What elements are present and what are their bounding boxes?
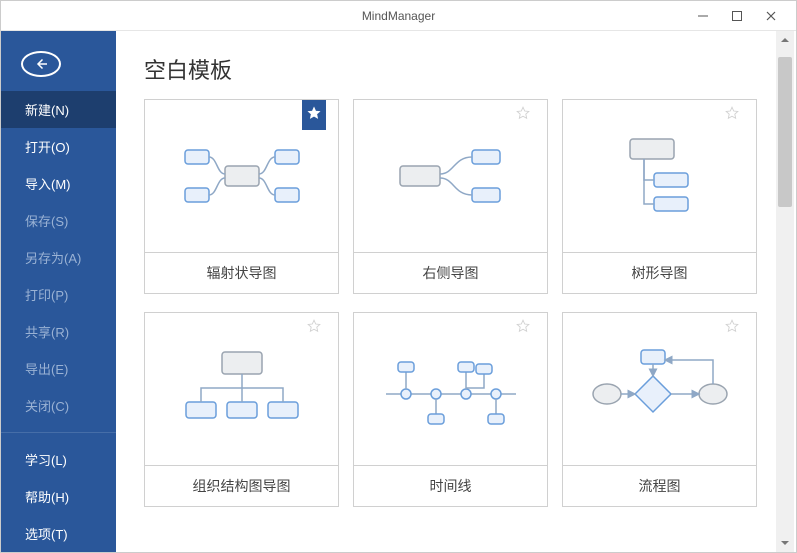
- close-icon: [766, 11, 776, 21]
- minimize-button[interactable]: [686, 2, 720, 30]
- favorite-toggle[interactable]: [720, 100, 744, 130]
- section-title: 空白模板: [144, 53, 778, 85]
- maximize-button[interactable]: [720, 2, 754, 30]
- scroll-thumb[interactable]: [778, 57, 792, 207]
- back-button[interactable]: [21, 51, 61, 77]
- favorite-toggle[interactable]: [511, 313, 535, 343]
- window-controls: [686, 2, 788, 30]
- star-icon: [725, 106, 739, 120]
- template-card-tree[interactable]: 树形导图: [562, 99, 757, 294]
- vertical-scrollbar[interactable]: [776, 31, 794, 552]
- star-icon: [516, 106, 530, 120]
- chevron-down-icon: [781, 539, 789, 547]
- favorite-toggle[interactable]: [720, 313, 744, 343]
- template-caption: 流程图: [563, 466, 756, 506]
- minimize-icon: [698, 11, 708, 21]
- star-icon: [307, 319, 321, 333]
- sidebar-item2-2[interactable]: 选项(T): [1, 515, 116, 552]
- template-caption: 组织结构图导图: [145, 466, 338, 506]
- template-caption: 树形导图: [563, 253, 756, 293]
- template-preview: [354, 313, 547, 466]
- template-caption: 辐射状导图: [145, 253, 338, 293]
- sidebar-item-2[interactable]: 导入(M): [1, 165, 116, 202]
- template-preview: [145, 313, 338, 466]
- sidebar: 新建(N)打开(O)导入(M)保存(S)另存为(A)打印(P)共享(R)导出(E…: [1, 31, 116, 552]
- template-card-timeline[interactable]: 时间线: [353, 312, 548, 507]
- favorite-toggle[interactable]: [511, 100, 535, 130]
- sidebar-item-6[interactable]: 共享(R): [1, 313, 116, 350]
- template-card-flow[interactable]: 流程图: [562, 312, 757, 507]
- sidebar-divider: [1, 432, 116, 433]
- template-preview: [563, 313, 756, 466]
- sidebar-item-7[interactable]: 导出(E): [1, 350, 116, 387]
- close-button[interactable]: [754, 2, 788, 30]
- favorite-toggle[interactable]: [302, 100, 326, 130]
- titlebar: MindManager: [1, 1, 796, 31]
- template-card-org[interactable]: 组织结构图导图: [144, 312, 339, 507]
- sidebar-item-1[interactable]: 打开(O): [1, 128, 116, 165]
- sidebar-item-8[interactable]: 关闭(C): [1, 387, 116, 424]
- star-icon: [516, 319, 530, 333]
- back-arrow-icon: [32, 55, 50, 73]
- template-grid: 辐射状导图 右侧导图 树形导图 组织结构图导图 时间线 流程图: [144, 99, 778, 507]
- chevron-up-icon: [781, 36, 789, 44]
- template-card-radial[interactable]: 辐射状导图: [144, 99, 339, 294]
- favorite-toggle[interactable]: [302, 313, 326, 343]
- scroll-up-button[interactable]: [776, 31, 794, 49]
- template-preview: [145, 100, 338, 253]
- app-title: MindManager: [362, 9, 435, 23]
- sidebar-item-0[interactable]: 新建(N): [1, 91, 116, 128]
- sidebar-item2-0[interactable]: 学习(L): [1, 441, 116, 478]
- sidebar-item-4[interactable]: 另存为(A): [1, 239, 116, 276]
- sidebar-item2-1[interactable]: 帮助(H): [1, 478, 116, 515]
- star-icon: [725, 319, 739, 333]
- template-preview: [354, 100, 547, 253]
- star-icon: [307, 106, 321, 120]
- template-caption: 时间线: [354, 466, 547, 506]
- content-area: 空白模板 辐射状导图 右侧导图 树形导图 组织结构图导图 时间线 流程图: [116, 31, 796, 552]
- scroll-track[interactable]: [776, 49, 794, 534]
- template-preview: [563, 100, 756, 253]
- main-area: 新建(N)打开(O)导入(M)保存(S)另存为(A)打印(P)共享(R)导出(E…: [1, 31, 796, 552]
- template-caption: 右侧导图: [354, 253, 547, 293]
- template-card-right[interactable]: 右侧导图: [353, 99, 548, 294]
- scroll-down-button[interactable]: [776, 534, 794, 552]
- sidebar-item-5[interactable]: 打印(P): [1, 276, 116, 313]
- maximize-icon: [732, 11, 742, 21]
- sidebar-item-3[interactable]: 保存(S): [1, 202, 116, 239]
